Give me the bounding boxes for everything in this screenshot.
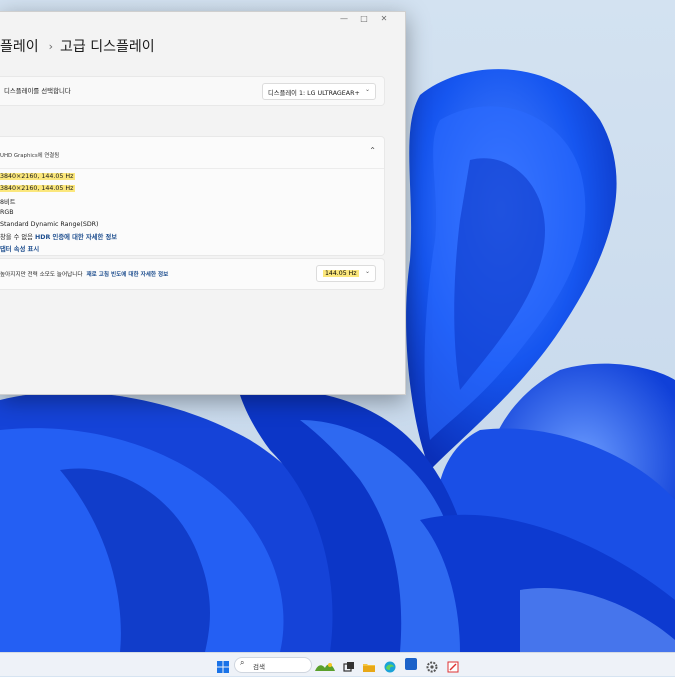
hdr-certification-row: 창을 수 없음 HDR 인증에 대한 자세한 정보: [0, 232, 117, 241]
breadcrumb: 플레이 › 고급 디스플레이: [0, 36, 155, 56]
taskbar: ⌕ 검색: [0, 652, 675, 676]
display-dropdown-value: 디스플레이 1: LG ULTRAGEAR+: [268, 89, 360, 97]
chevron-up-icon[interactable]: ⌃: [369, 146, 376, 155]
snipping-tool-icon[interactable]: [447, 658, 459, 673]
bit-depth-value: 8비트: [0, 199, 16, 206]
color-space-value: Standard Dynamic Range(SDR): [0, 221, 99, 228]
chevron-down-icon: ⌄: [364, 268, 370, 275]
hdr-info-link[interactable]: HDR 인증에 대한 자세한 정보: [35, 234, 117, 241]
maximize-button[interactable]: □: [357, 13, 371, 25]
breadcrumb-parent[interactable]: 플레이: [0, 39, 39, 55]
refresh-rate-dropdown[interactable]: 144.05 Hz ⌄: [316, 265, 376, 282]
desktop-mode-value: 3840×2160, 144.05 Hz: [0, 173, 76, 180]
refresh-rate-description: 높아지지만 전력 소모도 늘어납니다: [0, 272, 83, 278]
hdr-certification-value: 창을 수 없음: [0, 234, 33, 241]
page-title: 고급 디스플레이: [60, 39, 155, 55]
search-placeholder: 검색: [253, 663, 265, 671]
taskbar-search-box[interactable]: ⌕ 검색: [234, 657, 312, 673]
display-dropdown[interactable]: 디스플레이 1: LG ULTRAGEAR+ ⌄: [262, 83, 376, 100]
color-format-value: RGB: [0, 209, 14, 216]
chevron-down-icon: ⌄: [364, 86, 370, 93]
adapter-properties-link[interactable]: 댑터 속성 표시: [0, 244, 39, 253]
refresh-rate-description-row: 높아지지만 전력 소모도 늘어납니다 재로 고침 빈도에 대한 자세한 정보: [0, 270, 168, 278]
minimize-button[interactable]: —: [337, 13, 351, 25]
refresh-rate-info-link[interactable]: 재로 고침 빈도에 대한 자세한 정보: [87, 272, 169, 278]
breadcrumb-separator-icon: ›: [48, 40, 54, 53]
active-signal-mode-value: 3840×2160, 144.05 Hz: [0, 185, 76, 192]
settings-gear-icon[interactable]: [426, 658, 438, 673]
display-info-title: UHD Graphics에 연결됨: [0, 153, 60, 159]
display-info-card: UHD Graphics에 연결됨 ⌃ 3840×2160, 144.05 Hz…: [0, 136, 385, 256]
task-view-icon[interactable]: [343, 658, 355, 672]
widgets-icon[interactable]: [314, 658, 336, 671]
display-info-header[interactable]: UHD Graphics에 연결됨 ⌃: [0, 137, 384, 169]
display-select-label: 디스플레이를 선택합니다: [4, 87, 71, 95]
file-explorer-icon[interactable]: [363, 658, 375, 672]
edge-browser-icon[interactable]: [384, 658, 396, 673]
refresh-rate-value: 144.05 Hz: [323, 269, 359, 277]
search-icon: ⌕: [240, 658, 245, 667]
display-select-row: 디스플레이를 선택합니다 디스플레이 1: LG ULTRAGEAR+ ⌄: [0, 76, 385, 106]
store-icon[interactable]: [405, 658, 417, 670]
settings-window: — □ ✕ 플레이 › 고급 디스플레이 디스플레이를 선택합니다 디스플레이 1:…: [0, 11, 406, 395]
refresh-rate-card: 높아지지만 전력 소모도 늘어납니다 재로 고침 빈도에 대한 자세한 정보 14…: [0, 258, 385, 290]
windows-start-icon[interactable]: [217, 658, 229, 673]
title-bar: — □ ✕: [335, 12, 405, 26]
close-button[interactable]: ✕: [377, 13, 391, 25]
